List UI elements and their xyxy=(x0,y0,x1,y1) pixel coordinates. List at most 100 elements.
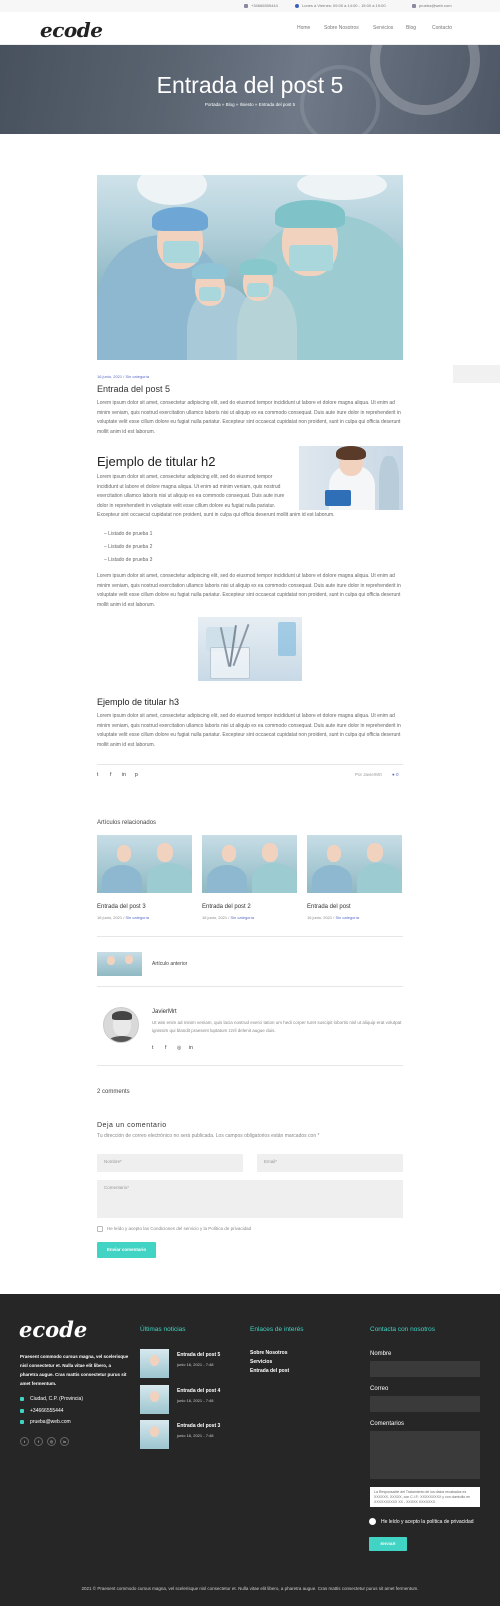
top-bar: +34666555444 Lunes a Viernes: 09:00 a 14… xyxy=(0,0,500,12)
news-thumb[interactable] xyxy=(140,1385,169,1414)
footer-link[interactable]: Servicios xyxy=(250,1359,272,1365)
post-author[interactable]: Por JavierMrt xyxy=(355,772,382,777)
comment-count[interactable]: ● 0 xyxy=(392,772,398,777)
topbar-phone[interactable]: +34666555444 xyxy=(244,3,278,8)
reply-title: Deja un comentario xyxy=(97,1122,167,1129)
post-meta: 16 junio, 2021 / Sin categoría xyxy=(97,374,150,379)
linkedin-icon[interactable]: in xyxy=(189,1045,193,1051)
list-item: – Listado de prueba 2 xyxy=(104,544,153,550)
divider xyxy=(97,936,403,937)
footer-email[interactable]: prueba@web.com xyxy=(20,1419,71,1425)
topbar-email[interactable]: prueba@web.com xyxy=(412,3,452,8)
post-category-link[interactable]: Sin categoría xyxy=(125,374,149,379)
mail-icon xyxy=(20,1419,24,1424)
nav-servicios[interactable]: Servicios xyxy=(373,25,393,31)
facebook-share-icon[interactable]: f xyxy=(110,772,111,778)
divider xyxy=(97,1065,403,1066)
paragraph-3: Lorem ipsum dolor sit amet, consectetur … xyxy=(97,573,401,608)
privacy-notice[interactable]: La Responsable del Tratamiento de los da… xyxy=(370,1487,480,1507)
related-meta: 16 junio, 2021 / Sin categoría xyxy=(202,915,255,920)
news-title[interactable]: Entrada del post 4 xyxy=(177,1388,220,1394)
footer-submit-button[interactable]: ENVIAR xyxy=(369,1537,407,1551)
related-posts-heading: Artículos relacionados xyxy=(97,820,157,826)
footer-link[interactable]: Entrada del post xyxy=(250,1368,289,1374)
comment-consent[interactable]: He leído y acepto las Condiciones del se… xyxy=(97,1226,251,1232)
side-notice xyxy=(453,365,500,383)
footer-news-heading: Últimas noticias xyxy=(140,1326,186,1333)
phone-icon xyxy=(20,1408,24,1413)
copyright: 2021 © Praesent commodo cursus magna, ve… xyxy=(81,1586,419,1591)
news-date: junio 16, 2021 - 7:48 xyxy=(177,1433,214,1438)
location-icon xyxy=(20,1396,24,1401)
footer-comments-textarea[interactable] xyxy=(370,1431,480,1479)
footer-name-input[interactable] xyxy=(370,1361,480,1377)
nav-home[interactable]: Home xyxy=(297,25,310,31)
site-logo[interactable]: ecode xyxy=(40,18,103,42)
twitter-icon[interactable]: t xyxy=(20,1437,29,1446)
footer-contact-heading: Contacta con nosotros xyxy=(370,1326,436,1333)
footer-link[interactable]: Sobre Nosotros xyxy=(250,1350,288,1356)
nav-contacto[interactable]: Contacto xyxy=(432,25,452,31)
related-title[interactable]: Entrada del post 3 xyxy=(97,904,146,910)
comment-name-field[interactable]: Nombre* xyxy=(97,1154,243,1172)
related-meta: 16 junio, 2021 / Sin categoría xyxy=(307,915,360,920)
breadcrumb[interactable]: Portada » Blog » Ilsiesto » Entrada del … xyxy=(0,102,500,107)
instagram-icon[interactable]: ◎ xyxy=(177,1045,181,1051)
clock-icon xyxy=(295,3,299,8)
footer-logo[interactable]: ecode xyxy=(19,1317,87,1342)
footer-label-nombre: Nombre xyxy=(370,1351,392,1357)
nav-blog[interactable]: Blog xyxy=(406,25,416,31)
news-title[interactable]: Entrada del post 5 xyxy=(177,1352,220,1358)
nav-sobre-nosotros[interactable]: Sobre Nosotros xyxy=(324,25,359,31)
paragraph-2a: Lorem ipsum dolor sit amet, consectetur … xyxy=(97,474,285,509)
footer-label-comentarios: Comentarios xyxy=(370,1421,405,1427)
facebook-icon[interactable]: f xyxy=(165,1045,166,1051)
featured-image xyxy=(97,175,403,360)
submit-comment-button[interactable]: Enviar comentario xyxy=(97,1242,156,1258)
related-thumb[interactable] xyxy=(97,835,192,893)
author-name[interactable]: JavierMrt xyxy=(152,1009,177,1015)
facebook-icon[interactable]: f xyxy=(34,1437,43,1446)
footer-consent[interactable]: He leído y acepto la política de privaci… xyxy=(369,1518,474,1525)
news-thumb[interactable] xyxy=(140,1349,169,1378)
linkedin-icon[interactable]: in xyxy=(60,1437,69,1446)
previous-post-thumb[interactable] xyxy=(97,952,142,976)
footer-city: Ciudad, C.P. (Provincia) xyxy=(20,1396,83,1402)
related-title[interactable]: Entrada del post xyxy=(307,904,351,910)
previous-post-link[interactable]: Artículo anterior xyxy=(152,961,187,967)
reply-note: Tu dirección de correo electrónico no se… xyxy=(97,1133,320,1139)
paragraph-2b: Excepteur sint occaecat cupidatat non pr… xyxy=(97,512,335,518)
news-title[interactable]: Entrada del post 3 xyxy=(177,1423,220,1429)
topbar-hours: Lunes a Viernes: 09:00 a 14:00 - 15:00 a… xyxy=(295,3,386,8)
list-item: – Listado de prueba 3 xyxy=(104,557,153,563)
doctor-image xyxy=(299,446,403,510)
site-footer: ecode Praesent commodo cursus magna, vel… xyxy=(0,1294,500,1606)
news-date: junio 16, 2021 - 7:48 xyxy=(177,1398,214,1403)
consent-radio[interactable] xyxy=(369,1518,376,1525)
twitter-icon[interactable]: t xyxy=(152,1045,153,1051)
author-bio: Ut wisi enim ad minim veniam, quis lacia… xyxy=(152,1020,402,1033)
paragraph-1: Lorem ipsum dolor sit amet, consectetur … xyxy=(97,400,401,435)
phone-icon xyxy=(244,3,248,8)
post-title: Entrada del post 5 xyxy=(97,384,171,394)
footer-phone[interactable]: +34666555444 xyxy=(20,1408,64,1414)
related-thumb[interactable] xyxy=(307,835,402,893)
divider xyxy=(97,764,403,765)
heading-h3: Ejemplo de titular h3 xyxy=(97,697,180,707)
related-title[interactable]: Entrada del post 2 xyxy=(202,904,251,910)
instagram-icon[interactable]: ◎ xyxy=(47,1437,56,1446)
divider xyxy=(97,986,403,987)
news-thumb[interactable] xyxy=(140,1420,169,1449)
twitter-share-icon[interactable]: t xyxy=(97,772,98,778)
footer-links-heading: Enlaces de interés xyxy=(250,1326,304,1333)
author-avatar xyxy=(103,1007,139,1043)
site-header: ecode Home Sobre Nosotros Servicios Blog… xyxy=(0,12,500,45)
consent-checkbox[interactable] xyxy=(97,1226,103,1232)
footer-email-input[interactable] xyxy=(370,1396,480,1412)
comment-textarea[interactable]: Comentario* xyxy=(97,1180,403,1218)
pinterest-share-icon[interactable]: p xyxy=(135,772,138,778)
linkedin-share-icon[interactable]: in xyxy=(122,772,126,778)
comment-email-field[interactable]: Email* xyxy=(257,1154,403,1172)
dental-tools-image xyxy=(198,617,302,681)
related-thumb[interactable] xyxy=(202,835,297,893)
